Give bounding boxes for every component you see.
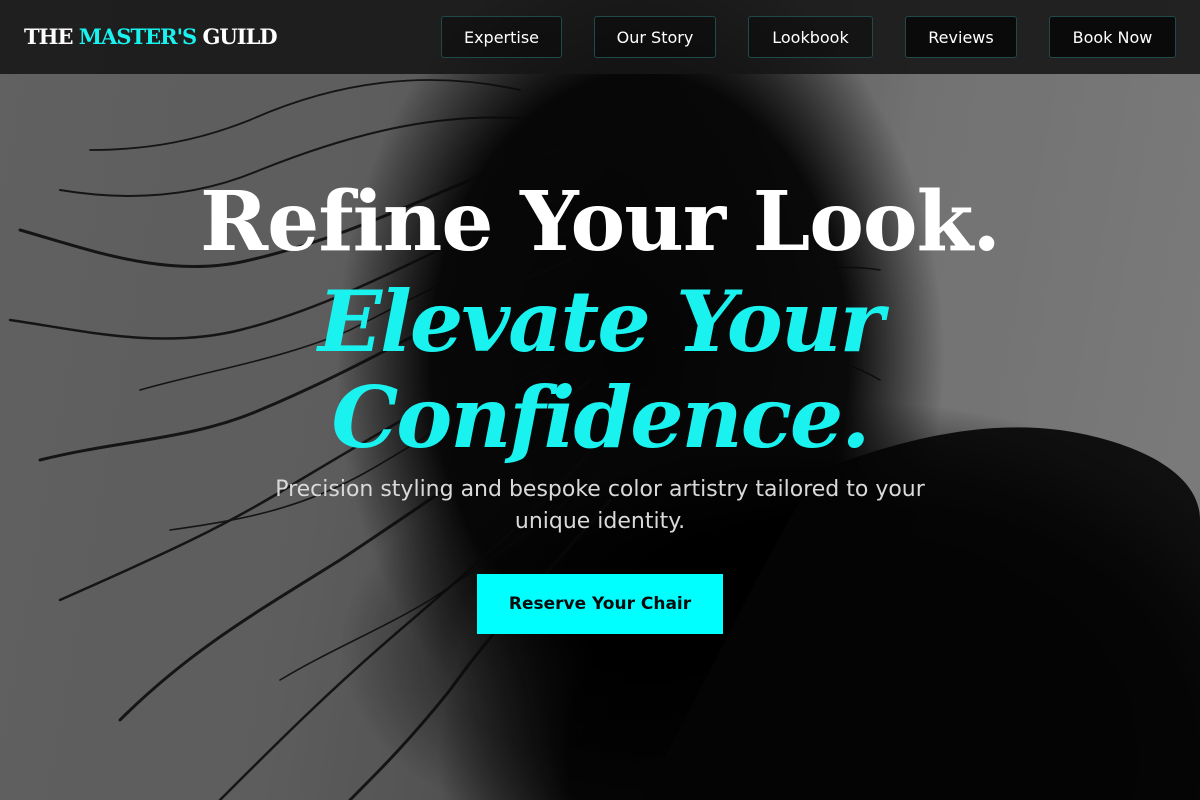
nav-book-now-button[interactable]: Book Now <box>1049 16 1176 58</box>
top-navigation-bar: THE MASTER'S GUILD Expertise Our Story L… <box>0 0 1200 74</box>
hero-section: Refine Your Look. Elevate Your Confidenc… <box>0 170 1200 634</box>
landing-page: THE MASTER'S GUILD Expertise Our Story L… <box>0 0 1200 800</box>
nav-our-story-button[interactable]: Our Story <box>594 16 716 58</box>
nav-links: Expertise Our Story Lookbook Reviews Boo… <box>441 16 1176 58</box>
hero-headline-primary: Refine Your Look. <box>200 174 1001 270</box>
brand-text-accent: MASTER'S <box>78 24 197 49</box>
nav-lookbook-button[interactable]: Lookbook <box>748 16 873 58</box>
hero-subtitle: Precision styling and bespoke color arti… <box>275 477 925 534</box>
nav-expertise-button[interactable]: Expertise <box>441 16 562 58</box>
brand-text-suffix: GUILD <box>196 24 277 49</box>
hero-headline-accent: Elevate Your Confidence. <box>317 272 884 467</box>
nav-reviews-button[interactable]: Reviews <box>905 16 1017 58</box>
reserve-chair-button[interactable]: Reserve Your Chair <box>477 574 723 634</box>
brand-logo[interactable]: THE MASTER'S GUILD <box>24 24 278 49</box>
brand-text-prefix: THE <box>24 24 79 49</box>
